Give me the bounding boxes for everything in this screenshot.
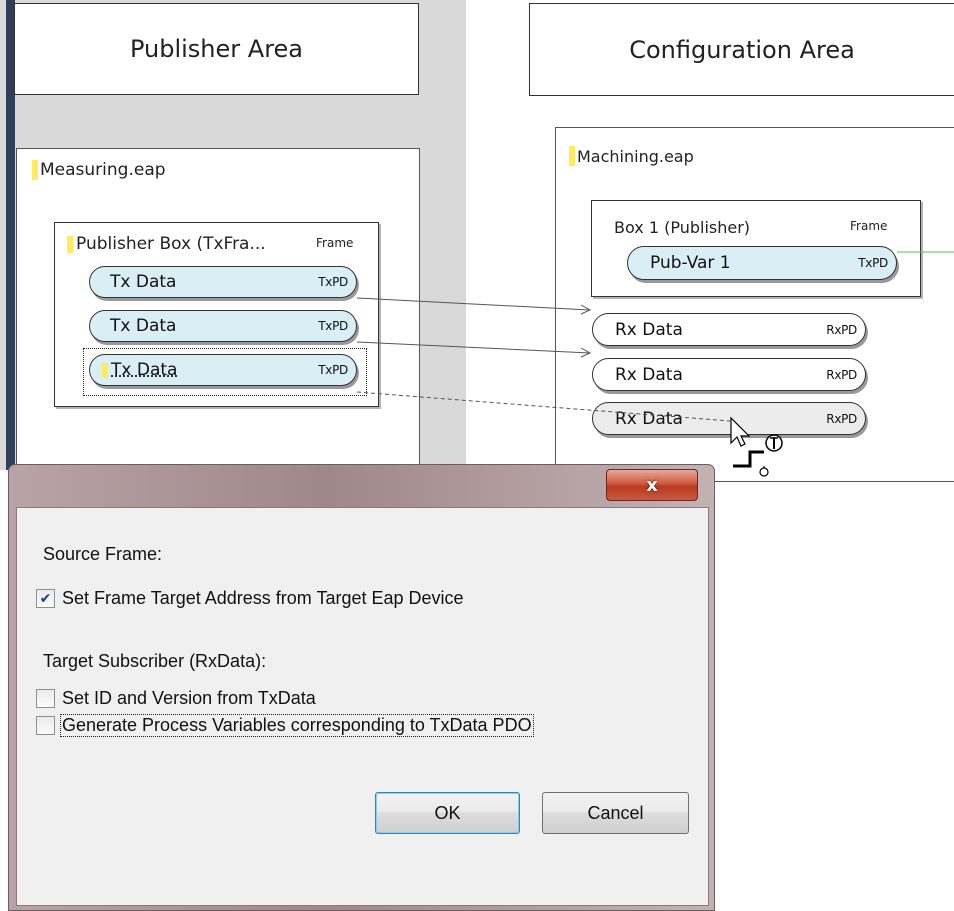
- generate-pv-option[interactable]: Generate Process Variables corresponding…: [36, 714, 534, 737]
- box1-frame-tag: Frame: [850, 219, 888, 233]
- set-id-version-checkbox[interactable]: [36, 689, 55, 708]
- rx-data-label: Rx Data: [615, 319, 683, 340]
- check-icon: ✔: [39, 590, 52, 607]
- txpd-tag: TxPD: [318, 275, 348, 289]
- cancel-button-label: Cancel: [587, 802, 644, 823]
- item-marker-icon: [102, 362, 108, 378]
- txpd-tag: TxPD: [318, 363, 348, 377]
- publisher-box-title: Publisher Box (TxFra...: [67, 234, 266, 254]
- rx-data-label: Rx Data: [615, 364, 683, 385]
- txpd-tag: TxPD: [858, 256, 888, 270]
- box1-title: Box 1 (Publisher): [614, 218, 751, 237]
- set-frame-target-option[interactable]: ✔ Set Frame Target Address from Target E…: [36, 588, 464, 609]
- ok-button-label: OK: [434, 802, 461, 823]
- publisher-box-label: Publisher Box (TxFra...: [76, 234, 266, 254]
- set-id-version-option[interactable]: Set ID and Version from TxData: [36, 688, 316, 709]
- machining-eap-title: Machining.eap: [569, 146, 694, 166]
- tx-data-label-wrap: Tx Data: [102, 360, 177, 380]
- rxpd-tag: RxPD: [826, 411, 857, 426]
- eap-marker-icon: [32, 160, 38, 180]
- txpd-tag: TxPD: [318, 319, 348, 333]
- pub-var-item[interactable]: Pub-Var 1 TxPD: [627, 246, 897, 280]
- publisher-area-title: Publisher Area: [129, 35, 304, 63]
- close-button[interactable]: x: [606, 469, 698, 501]
- rx-data-item-hover[interactable]: Rx Data RxPD: [592, 402, 866, 435]
- rxpd-tag: RxPD: [826, 367, 857, 382]
- configuration-area-header: Configuration Area: [529, 3, 954, 96]
- measuring-eap-label: Measuring.eap: [40, 160, 166, 180]
- generate-pv-checkbox[interactable]: [36, 716, 55, 735]
- target-subscriber-label: Target Subscriber (RxData):: [43, 651, 267, 671]
- box-marker-icon: [67, 235, 73, 253]
- rxpd-tag: RxPD: [826, 322, 857, 337]
- publisher-area-header: Publisher Area: [14, 3, 419, 95]
- rx-data-label: Rx Data: [615, 408, 683, 429]
- set-frame-target-text: Set Frame Target Address from Target Eap…: [62, 588, 464, 608]
- pub-var-label: Pub-Var 1: [650, 253, 731, 273]
- generate-pv-text: Generate Process Variables corresponding…: [60, 714, 534, 737]
- tx-data-item-selected[interactable]: Tx Data TxPD: [89, 354, 357, 386]
- publisher-box-frame-tag: Frame: [316, 236, 354, 250]
- ok-button[interactable]: OK: [375, 792, 520, 834]
- rx-data-item[interactable]: Rx Data RxPD: [592, 358, 866, 391]
- measuring-eap-title: Measuring.eap: [32, 160, 166, 180]
- eap-marker-icon: [569, 146, 575, 166]
- source-frame-label: Source Frame:: [43, 544, 163, 564]
- dialog-content: Source Frame: ✔ Set Frame Target Address…: [16, 507, 709, 906]
- machining-eap-label: Machining.eap: [577, 146, 694, 166]
- configuration-area-title: Configuration Area: [629, 35, 855, 64]
- tx-data-item[interactable]: Tx Data TxPD: [89, 266, 357, 298]
- tx-data-label: Tx Data: [111, 360, 178, 380]
- link-options-dialog: x Source Frame: ✔ Set Frame Target Addre…: [8, 464, 715, 911]
- close-icon: x: [646, 474, 658, 496]
- set-frame-target-checkbox[interactable]: ✔: [36, 589, 55, 608]
- set-id-version-text: Set ID and Version from TxData: [62, 688, 316, 708]
- cancel-button[interactable]: Cancel: [542, 792, 689, 834]
- tx-data-label: Tx Data: [110, 272, 177, 292]
- tx-data-label: Tx Data: [110, 316, 177, 336]
- tx-data-item[interactable]: Tx Data TxPD: [89, 310, 357, 342]
- rx-data-item[interactable]: Rx Data RxPD: [592, 313, 866, 346]
